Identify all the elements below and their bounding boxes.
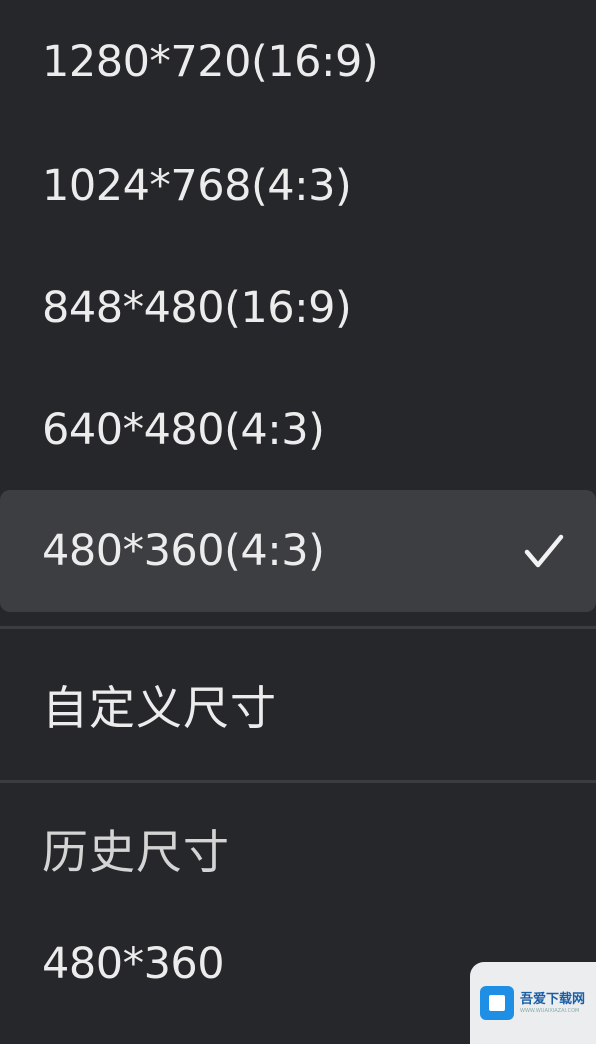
- menu-item-848x480[interactable]: 848*480(16:9): [0, 254, 596, 362]
- watermark-url: WWW.WUAIXIAZAI.COM: [520, 1007, 580, 1014]
- menu-divider: [0, 780, 596, 783]
- menu-divider: [0, 626, 596, 629]
- history-item-label: 480*360: [42, 939, 225, 989]
- watermark-brand: 吾爱下载网: [520, 991, 586, 1007]
- resolution-menu: 1280*720(16:9) 1024*768(4:3) 848*480(16:…: [0, 0, 596, 1044]
- menu-item-label: 1280*720(16:9): [42, 37, 379, 87]
- menu-item-1024x768[interactable]: 1024*768(4:3): [0, 132, 596, 240]
- menu-item-label: 1024*768(4:3): [42, 161, 352, 211]
- checkmark-icon: [524, 534, 564, 568]
- custom-size-label: 自定义尺寸: [42, 681, 277, 735]
- custom-size-item[interactable]: 自定义尺寸: [0, 648, 596, 762]
- menu-item-label: 480*360(4:3): [42, 526, 325, 576]
- history-size-title: 历史尺寸: [42, 825, 230, 879]
- watermark-text: 吾爱下载网 WWW.WUAIXIAZAI.COM: [520, 993, 585, 1014]
- history-size-header: 历史尺寸: [0, 794, 596, 904]
- menu-item-480x360-selected[interactable]: 480*360(4:3): [0, 490, 596, 612]
- menu-item-label: 848*480(16:9): [42, 283, 352, 333]
- menu-item-640x480[interactable]: 640*480(4:3): [0, 376, 596, 484]
- menu-item-1280x720[interactable]: 1280*720(16:9): [0, 8, 596, 116]
- box-logo-icon: [480, 986, 514, 1020]
- menu-item-label: 640*480(4:3): [42, 405, 325, 455]
- site-watermark: 吾爱下载网 WWW.WUAIXIAZAI.COM: [470, 962, 596, 1044]
